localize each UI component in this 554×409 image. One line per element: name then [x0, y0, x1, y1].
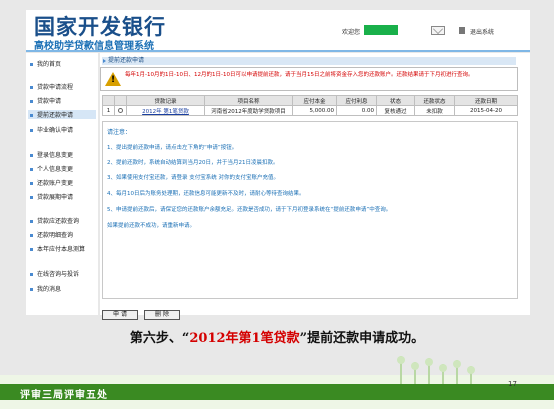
- col-header-status: 状态: [376, 95, 415, 106]
- sidebar-item-label: 个人信息变更: [37, 166, 74, 173]
- col-header-repay-status: 还款状态: [414, 95, 455, 106]
- section-title-bar: 提前还款申请: [102, 57, 516, 65]
- warning-icon: !: [105, 72, 121, 86]
- cell-principal: 5,000.00: [292, 105, 337, 116]
- welcome-text: 欢迎您: [342, 29, 361, 36]
- bullet-icon: [30, 234, 33, 237]
- cell-project: 河南省2012年度助学贷款项目: [204, 105, 293, 116]
- col-header-select: [114, 95, 127, 106]
- cell-repay-status: 未扣款: [414, 105, 455, 116]
- mail-icon[interactable]: [431, 26, 445, 35]
- caption-prefix: 第六步、“: [129, 331, 190, 346]
- sidebar-item-label: 贷款展期申请: [37, 194, 74, 201]
- sidebar-item-label: 还款账户变更: [37, 180, 74, 187]
- sidebar-item-label: 贷款申请流程: [37, 84, 74, 91]
- logout-link[interactable]: 退出系统: [470, 27, 494, 36]
- delete-button[interactable]: 删 除: [144, 310, 180, 320]
- bullet-icon: [30, 248, 33, 251]
- logout-icon[interactable]: [459, 27, 465, 34]
- bullet-icon: [30, 129, 33, 132]
- sidebar-item-detail-query[interactable]: 还款明细查询: [30, 230, 73, 239]
- app-header: 国家开发银行 高校助学贷款信息管理系统 欢迎您 退出系统: [26, 10, 530, 52]
- col-header-date: 还款日期: [454, 95, 518, 106]
- bullet-icon: [30, 168, 33, 171]
- bullet-icon: [30, 196, 33, 199]
- sidebar-item-home[interactable]: 我的首页: [30, 59, 61, 68]
- caption-suffix: ”提前还款申请成功。: [299, 331, 425, 346]
- sidebar-item-account-change[interactable]: 还款账户变更: [30, 178, 73, 187]
- sidebar-item-loan-process[interactable]: 贷款申请流程: [30, 82, 73, 91]
- sidebar-item-graduation[interactable]: 毕业确认申请: [30, 125, 73, 134]
- slide-caption: 第六步、“2012年第1笔贷款”提前还款申请成功。: [0, 327, 554, 346]
- cell-date: 2015-04-20: [454, 105, 518, 116]
- col-header-no: [102, 95, 115, 106]
- sidebar-item-label: 我的首页: [37, 61, 62, 68]
- loan-record-link[interactable]: 2012年 第1笔贷款: [142, 109, 189, 115]
- main-panel: 提前还款申请 ! 每年1月-10月的1日-10日、12月的1日-10日可以申请提…: [100, 53, 530, 320]
- row-radio[interactable]: [118, 107, 123, 113]
- bullet-icon: [30, 100, 33, 103]
- triangle-icon: [103, 59, 106, 63]
- sidebar: 我的首页 贷款申请流程 贷款申请 提前还款申请 毕业确认申请 登录信息变更 个人…: [26, 53, 98, 315]
- cell-no: 1: [102, 105, 115, 116]
- username-redacted: [364, 25, 398, 35]
- sidebar-item-label: 毕业确认申请: [37, 127, 74, 134]
- sidebar-item-interest-calc[interactable]: 本年应付本息测算: [30, 244, 85, 253]
- cell-record[interactable]: 2012年 第1笔贷款: [126, 105, 205, 116]
- table-header-row: 贷款记录 项目名称 应付本金 应付利息 状态 还款状态 还款日期: [102, 95, 518, 106]
- header-divider: [26, 50, 530, 52]
- footer-org: 评审三局评审五处: [20, 390, 108, 401]
- bullet-icon: [30, 114, 33, 117]
- notice-box: 请注意： 1、提出提前还款申请，请点击左下角的“申请”按钮。 2、提前还款时，系…: [102, 121, 518, 299]
- bullet-icon: [30, 154, 33, 157]
- bullet-icon: [30, 182, 33, 185]
- sidebar-item-messages[interactable]: 我的消息: [30, 284, 61, 293]
- cell-interest: 0.00: [336, 105, 377, 116]
- sidebar-item-label: 本年应付本息测算: [37, 246, 86, 253]
- section-title: 提前还款申请: [108, 57, 145, 64]
- notice-item: 如果提前还款不成功，请重新申请。: [107, 223, 196, 229]
- notice-item: 3、如果使用支付宝还款，请登录 支付宝系统 对你的支付宝账户充值。: [107, 175, 279, 181]
- cell-select[interactable]: [114, 105, 127, 116]
- col-header-principal: 应付本金: [292, 95, 337, 106]
- col-header-interest: 应付利息: [336, 95, 377, 106]
- bullet-icon: [30, 86, 33, 89]
- notice-item: 4、每月10日后为账务处理期，还款信息可能更新不及时，请耐心等待查询结果。: [107, 191, 305, 197]
- sidebar-item-label: 贷款应还款查询: [37, 218, 80, 225]
- col-header-project: 项目名称: [204, 95, 293, 106]
- bullet-icon: [30, 273, 33, 276]
- cell-status: 复核通过: [376, 105, 415, 116]
- bullet-icon: [30, 220, 33, 223]
- sidebar-item-label: 在线咨询与投诉: [37, 271, 80, 278]
- apply-button[interactable]: 申 请: [102, 310, 138, 320]
- notice-title: 请注意：: [107, 129, 132, 136]
- sidebar-item-consult[interactable]: 在线咨询与投诉: [30, 269, 79, 278]
- sidebar-item-label: 还款明细查询: [37, 232, 74, 239]
- sidebar-item-personal-info[interactable]: 个人信息变更: [30, 164, 73, 173]
- sidebar-item-loan-apply[interactable]: 贷款申请: [30, 96, 61, 105]
- sidebar-item-label: 登录信息变更: [37, 152, 74, 159]
- sidebar-item-due-query[interactable]: 贷款应还款查询: [30, 216, 79, 225]
- sidebar-item-label: 我的消息: [37, 286, 62, 293]
- sidebar-item-label: 提前还款申请: [37, 112, 74, 119]
- notice-item: 2、提前还款时，系统自动结算到当月20日，并于当月21日凌晨扣款。: [107, 160, 279, 166]
- sidebar-item-early-repay[interactable]: 提前还款申请: [28, 110, 96, 119]
- col-header-record: 贷款记录: [126, 95, 205, 106]
- notice-item: 5、申请提前还款后，请保证您的还款账户余额充足。还款是否成功，请于下月初登录系统…: [107, 207, 392, 213]
- bullet-icon: [30, 63, 33, 66]
- loan-table: 贷款记录 项目名称 应付本金 应付利息 状态 还款状态 还款日期 1 2012年…: [102, 95, 518, 116]
- page-number: 17: [508, 380, 517, 388]
- sidebar-item-label: 贷款申请: [37, 98, 62, 105]
- caption-highlight: 2012年第1笔贷款: [189, 331, 300, 346]
- warning-box: ! 每年1月-10月的1日-10日、12月的1日-10日可以申请提前还款，请于当…: [100, 67, 518, 91]
- table-row: 1 2012年 第1笔贷款 河南省2012年度助学贷款项目 5,000.00 0…: [102, 105, 518, 116]
- warning-text: 每年1月-10月的1日-10日、12月的1日-10日可以申请提前还款，请于当月1…: [125, 72, 474, 78]
- sidebar-item-login-info[interactable]: 登录信息变更: [30, 150, 73, 159]
- bullet-icon: [30, 288, 33, 291]
- sidebar-item-extension[interactable]: 贷款展期申请: [30, 192, 73, 201]
- notice-item: 1、提出提前还款申请，请点击左下角的“申请”按钮。: [107, 145, 238, 151]
